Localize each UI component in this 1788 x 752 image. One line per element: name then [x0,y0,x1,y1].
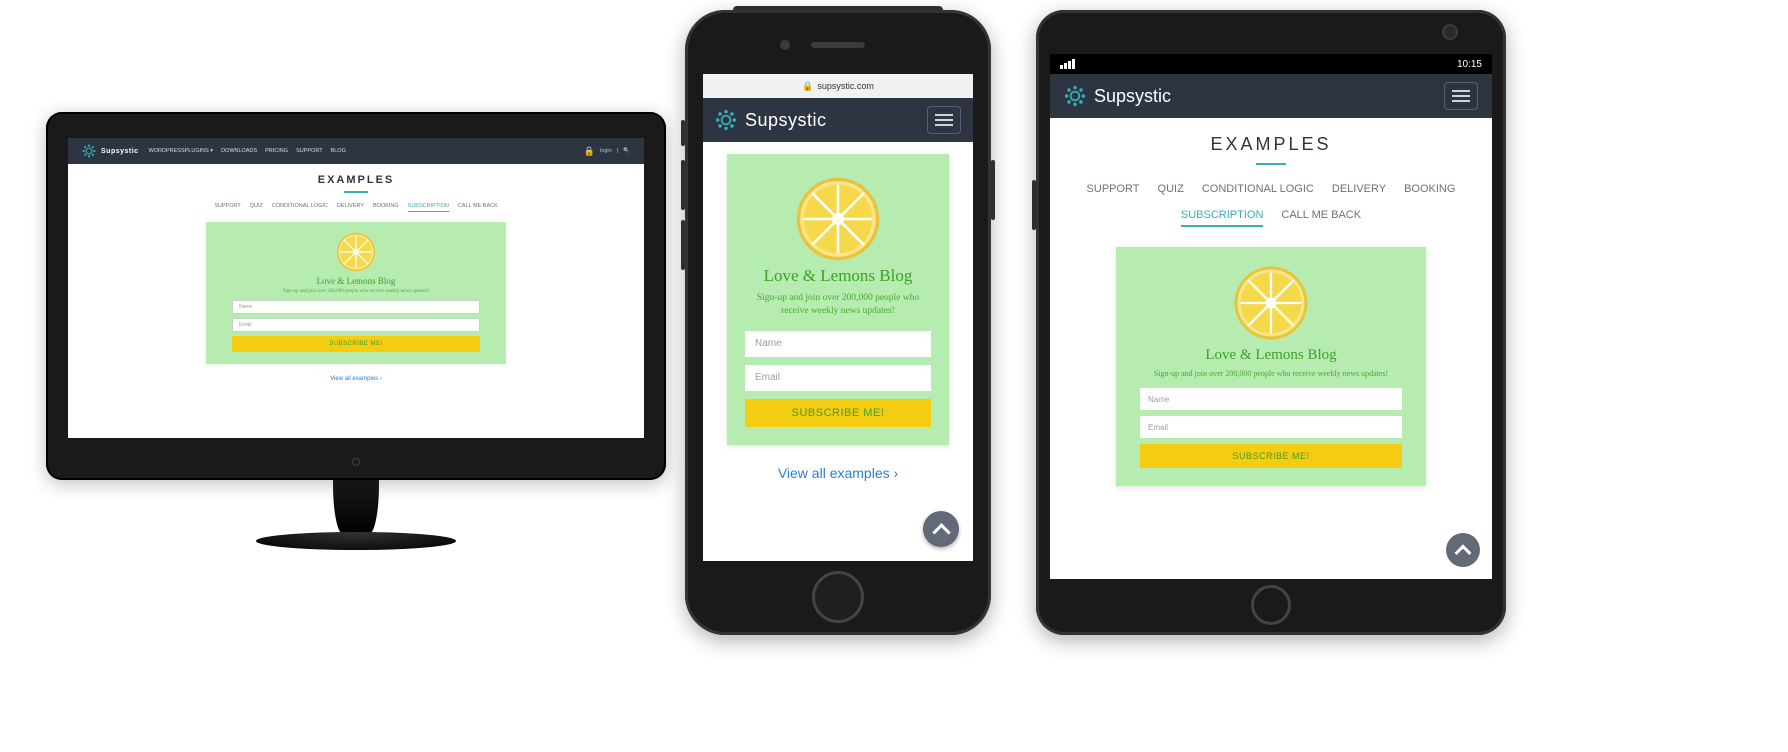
gear-icon [82,144,96,158]
browser-url-bar[interactable]: 🔒 supsystic.com [703,74,973,98]
brand-text[interactable]: Supsystic [1094,86,1171,107]
mute-switch-icon [681,120,685,146]
tablet-screen: 10:15 Supsystic EXAMPLES SUPPORT QUIZ CO… [1050,54,1492,579]
tab-call-me-back[interactable]: CALL ME BACK [458,203,498,212]
desktop-screen: Supsystic WORDPRESSPLUGINS ▾ DOWNLOADS P… [68,138,644,438]
form-heading: Love & Lemons Blog [232,276,480,286]
lemon-icon [795,176,881,262]
hamburger-icon [1452,90,1470,92]
form-subtext: Sign-up and join over 200,000 people who… [1140,369,1402,378]
name-field[interactable]: Name [1140,388,1402,410]
form-subtext: Sign-up and join over 200,000 people who… [745,292,931,319]
tab-conditional-logic[interactable]: CONDITIONAL LOGIC [272,203,328,212]
subscription-form-card: Love & Lemons Blog Sign-up and join over… [206,222,506,364]
tab-booking[interactable]: BOOKING [1404,183,1455,195]
power-led-icon [352,458,360,466]
scroll-to-top-button[interactable] [1446,533,1480,567]
form-subtext: Sign-up and join over 200,000 people who… [232,289,480,294]
monitor-bezel: Supsystic WORDPRESSPLUGINS ▾ DOWNLOADS P… [46,112,666,480]
view-all-link[interactable]: View all examples › [727,465,949,481]
home-button[interactable] [812,571,864,623]
subscribe-button[interactable]: SUBSCRIBE ME! [745,399,931,427]
tab-quiz[interactable]: QUIZ [1158,183,1184,195]
lock-icon: 🔒 [584,146,595,157]
scroll-to-top-button[interactable] [923,511,959,547]
page-title: EXAMPLES [68,174,644,193]
example-tabs: SUPPORT QUIZ CONDITIONAL LOGIC DELIVERY … [68,203,644,212]
nav-item[interactable]: SUPPORT [296,148,323,154]
subscription-form-card: Love & Lemons Blog Sign-up and join over… [727,154,949,445]
name-field[interactable]: Name [232,300,480,314]
phone-body-content: Love & Lemons Blog Sign-up and join over… [703,142,973,497]
brand-text[interactable]: Supsystic [745,110,827,131]
desktop-monitor-frame: Supsystic WORDPRESSPLUGINS ▾ DOWNLOADS P… [46,112,666,550]
tab-support[interactable]: SUPPORT [214,203,241,212]
side-button-icon [1032,180,1036,230]
subscribe-button[interactable]: SUBSCRIBE ME! [232,336,480,352]
phone-frame: 🔒 supsystic.com Supsystic Love & Lemons … [685,10,991,635]
home-button[interactable] [1251,585,1291,625]
search-icon[interactable]: 🔍 [623,148,630,154]
tab-subscription[interactable]: SUBSCRIPTION [408,203,449,212]
nav-item[interactable]: BLOG [331,148,346,154]
tab-delivery[interactable]: DELIVERY [1332,183,1386,195]
lemon-icon [336,232,376,272]
menu-button[interactable] [927,106,961,134]
tab-conditional-logic[interactable]: CONDITIONAL LOGIC [1202,183,1314,195]
phone-screen: 🔒 supsystic.com Supsystic Love & Lemons … [703,74,973,561]
site-header: Supsystic WORDPRESSPLUGINS ▾ DOWNLOADS P… [68,138,644,164]
signal-icon [1060,59,1075,69]
phone-body: 🔒 supsystic.com Supsystic Love & Lemons … [685,10,991,635]
tab-call-me-back[interactable]: CALL ME BACK [1281,209,1361,227]
tablet-body-content: EXAMPLES SUPPORT QUIZ CONDITIONAL LOGIC … [1050,118,1492,502]
primary-nav: WORDPRESSPLUGINS ▾ DOWNLOADS PRICING SUP… [149,148,346,154]
front-camera-icon [780,40,790,50]
subscription-form-card: Love & Lemons Blog Sign-up and join over… [1116,247,1426,486]
subscribe-button[interactable]: SUBSCRIBE ME! [1140,444,1402,468]
status-time: 10:15 [1457,59,1482,70]
page-title: EXAMPLES [1058,134,1484,165]
separator: | [617,148,618,154]
hamburger-icon [935,114,953,116]
gear-icon [1064,85,1086,107]
example-tabs: SUPPORT QUIZ CONDITIONAL LOGIC DELIVERY … [1058,183,1484,227]
site-header: Supsystic [703,98,973,142]
header-right: 🔒 login | 🔍 [584,146,630,157]
tab-booking[interactable]: BOOKING [373,203,399,212]
gear-icon [715,109,737,131]
nav-item[interactable]: WORDPRESSPLUGINS ▾ [149,148,214,154]
brand-text: Supsystic [101,148,139,155]
tab-delivery[interactable]: DELIVERY [337,203,364,212]
form-heading: Love & Lemons Blog [1140,347,1402,364]
tab-support[interactable]: SUPPORT [1087,183,1140,195]
monitor-stand [333,480,379,534]
nav-item[interactable]: PRICING [265,148,288,154]
email-field[interactable]: Email [232,318,480,332]
site-header: Supsystic [1050,74,1492,118]
form-heading: Love & Lemons Blog [745,266,931,286]
volume-down-icon [681,220,685,270]
speaker-icon [811,42,865,48]
status-bar: 10:15 [1050,54,1492,74]
email-field[interactable]: Email [745,365,931,391]
tab-subscription[interactable]: SUBSCRIPTION [1181,209,1264,227]
name-field[interactable]: Name [745,331,931,357]
email-field[interactable]: Email [1140,416,1402,438]
power-button-icon [991,160,995,220]
front-camera-icon [1442,24,1458,40]
lock-icon: 🔒 [802,81,813,92]
monitor-base [256,532,456,550]
brand[interactable]: Supsystic [82,144,139,158]
lemon-icon [1233,265,1309,341]
tablet-body: 10:15 Supsystic EXAMPLES SUPPORT QUIZ CO… [1036,10,1506,635]
menu-button[interactable] [1444,82,1478,110]
url-host: supsystic.com [817,81,874,91]
login-link[interactable]: login [600,148,612,154]
nav-item[interactable]: DOWNLOADS [221,148,257,154]
tablet-frame: 10:15 Supsystic EXAMPLES SUPPORT QUIZ CO… [1036,10,1506,635]
tab-quiz[interactable]: QUIZ [250,203,263,212]
view-all-link[interactable]: View all examples › [68,376,644,382]
volume-up-icon [681,160,685,210]
desktop-body: EXAMPLES SUPPORT QUIZ CONDITIONAL LOGIC … [68,164,644,396]
